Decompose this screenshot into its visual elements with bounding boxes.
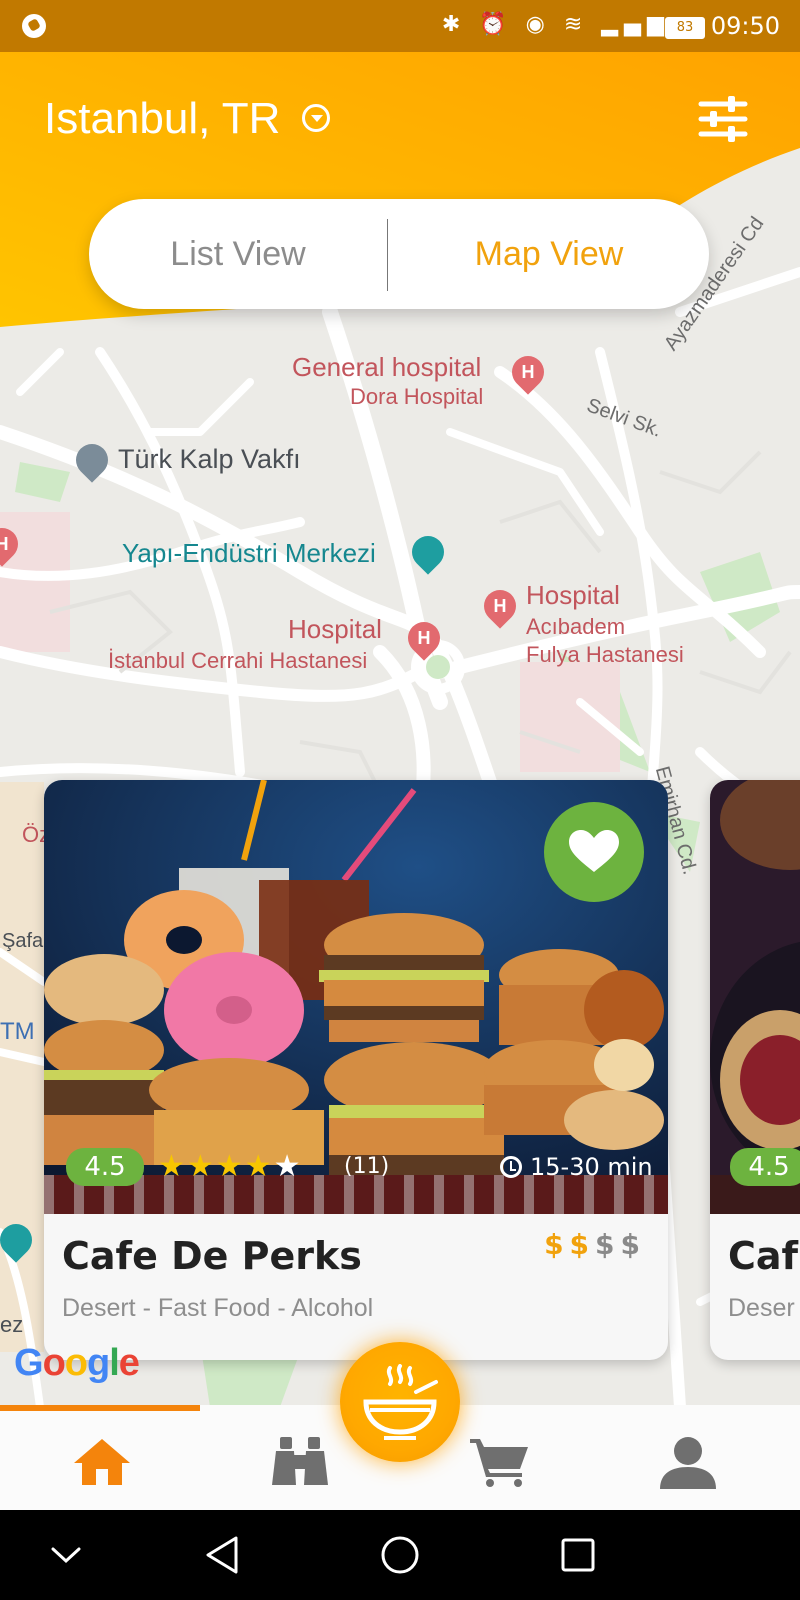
dollar-icon: $	[620, 1228, 646, 1261]
restaurant-cuisine: Deser	[728, 1294, 795, 1322]
star-icon: ★	[273, 1149, 303, 1184]
status-bar: ✱ ⏰ ◉ ≋ ▂▄▆ 83 09:50	[0, 0, 800, 52]
review-count: (11)	[344, 1154, 390, 1179]
system-home-button[interactable]	[350, 1510, 450, 1600]
system-nav-bar	[0, 1510, 800, 1600]
restaurant-name: Caf	[728, 1234, 799, 1278]
nav-profile[interactable]	[608, 1405, 768, 1510]
map-label: Türk Kalp Vakfı	[118, 444, 301, 474]
tab-map-view[interactable]: Map View	[389, 199, 709, 309]
view-toggle: List View Map View	[89, 199, 709, 309]
map-label: Fulya Hastanesi	[526, 642, 684, 667]
restaurant-card[interactable]: 4.5 ★★★★★ (11) 15-30 min Cafe De Perks $…	[44, 780, 668, 1360]
map-label: General hospital	[292, 352, 482, 382]
star-icon: ★	[158, 1149, 187, 1184]
google-logo: Google	[14, 1342, 140, 1384]
star-rating: ★★★★★	[158, 1148, 303, 1186]
rating-badge: 4.5	[730, 1148, 800, 1186]
star-icon: ★	[186, 1149, 216, 1184]
status-time: 09:50	[710, 12, 780, 40]
location-title[interactable]: Istanbul, TR	[44, 94, 280, 144]
status-icons: ✱ ⏰ ◉ ≋ ▂▄▆	[441, 12, 670, 37]
filter-sliders-icon[interactable]	[698, 96, 748, 142]
hospital-pin-icon[interactable]: H	[505, 349, 551, 395]
favorite-button[interactable]	[544, 802, 644, 902]
chevron-down-icon	[51, 1547, 81, 1564]
star-icon: ★	[215, 1149, 245, 1184]
map-label: Yapı-Endüstri Merkezi	[122, 538, 376, 568]
dollar-icon: $	[595, 1228, 621, 1261]
restaurant-name: Cafe De Perks	[62, 1234, 362, 1278]
home-circle-icon	[381, 1536, 419, 1574]
chevron-down-icon[interactable]	[302, 104, 330, 132]
heart-icon	[569, 830, 619, 872]
recents-square-icon	[561, 1538, 595, 1572]
map-label: Şafa	[2, 930, 44, 952]
clock-icon	[500, 1156, 522, 1178]
map-label: TM	[0, 1018, 35, 1045]
toggle-divider	[387, 219, 388, 291]
menu-fab-button[interactable]	[340, 1342, 460, 1462]
home-icon	[74, 1439, 130, 1485]
map-label: Hospital	[288, 614, 382, 644]
map-label: ez	[0, 1312, 24, 1337]
nav-home[interactable]	[22, 1405, 182, 1510]
system-collapse-button[interactable]	[16, 1510, 116, 1600]
restaurant-cuisine: Desert - Fast Food - Alcohol	[62, 1294, 374, 1322]
user-icon	[660, 1437, 716, 1489]
call-icon	[22, 14, 46, 38]
dollar-icon: $	[544, 1228, 570, 1261]
rating-badge: 4.5	[66, 1148, 144, 1186]
system-recents-button[interactable]	[528, 1510, 628, 1600]
tab-list-view[interactable]: List View	[89, 199, 387, 309]
restaurant-card[interactable]: 4.5 Caf Deser	[710, 780, 800, 1360]
dollar-icon: $	[569, 1228, 596, 1261]
price-level: $$$$	[544, 1228, 646, 1261]
battery-icon: 83	[665, 17, 705, 39]
delivery-time: 15-30 min	[530, 1153, 653, 1181]
binoculars-icon	[272, 1437, 328, 1485]
hospital-pin-icon[interactable]: H	[401, 615, 447, 661]
map-label: Acıbadem	[526, 614, 626, 639]
back-triangle-icon	[206, 1536, 238, 1574]
noodle-bowl-icon	[363, 1364, 438, 1440]
cart-icon	[470, 1439, 528, 1487]
hospital-pin-icon[interactable]: H	[477, 583, 523, 629]
star-icon: ★	[244, 1149, 274, 1184]
system-back-button[interactable]	[172, 1510, 272, 1600]
map-label: Hospital	[526, 580, 620, 610]
map-label: İstanbul Cerrahi Hastanesi	[108, 648, 368, 673]
map-label: Dora Hospital	[350, 384, 484, 409]
